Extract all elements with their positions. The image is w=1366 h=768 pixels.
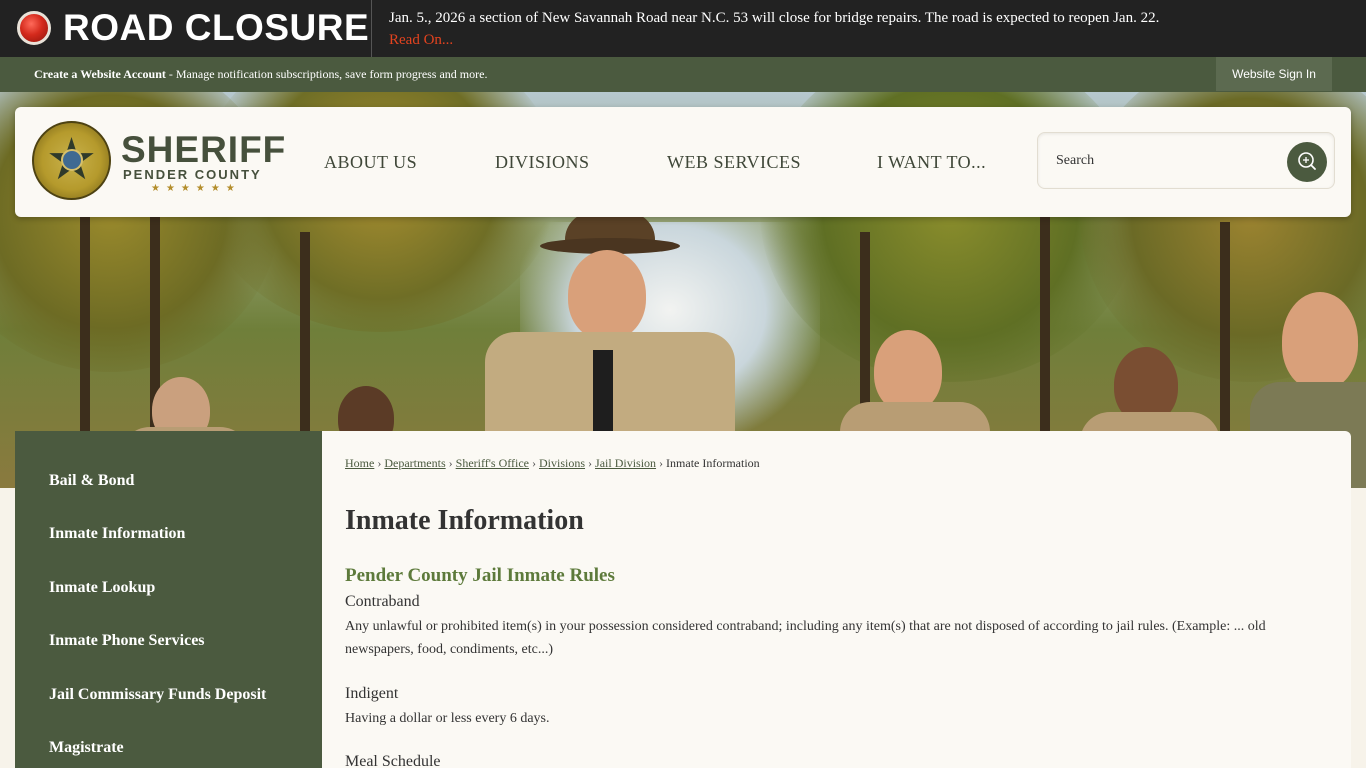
- search-button[interactable]: [1287, 142, 1327, 182]
- sidebar-item-inmate-information[interactable]: Inmate Information: [49, 524, 185, 544]
- alert-read-on-link[interactable]: Read On...: [389, 30, 453, 50]
- create-account-link[interactable]: Create a Website Account: [34, 67, 166, 81]
- breadcrumb-jail-division[interactable]: Jail Division: [595, 456, 656, 470]
- breadcrumb-separator: ›: [588, 456, 593, 470]
- alert-title-block: ROAD CLOSURE: [0, 0, 372, 57]
- breadcrumb-home[interactable]: Home: [345, 456, 374, 470]
- breadcrumb-separator: ›: [532, 456, 537, 470]
- alert-banner: ROAD CLOSURE Jan. 5., 2026 a section of …: [0, 0, 1366, 57]
- logo-subtitle: PENDER COUNTY: [123, 167, 262, 182]
- website-sign-in-button[interactable]: Website Sign In: [1216, 57, 1332, 91]
- nav-i-want-to[interactable]: I WANT TO...: [877, 151, 986, 173]
- breadcrumb-sheriffs-office[interactable]: Sheriff's Office: [456, 456, 529, 470]
- site-header: ★ SHERIFF PENDER COUNTY ★★★★★★ ABOUT US …: [15, 107, 1351, 217]
- term-contraband: Contraband: [345, 593, 420, 610]
- text-indigent: Having a dollar or less every 6 days.: [345, 711, 550, 726]
- logo-title[interactable]: SHERIFF: [121, 131, 286, 169]
- breadcrumb-separator: ›: [377, 456, 382, 470]
- breadcrumb-divisions[interactable]: Divisions: [539, 456, 585, 470]
- nav-web-services[interactable]: WEB SERVICES: [667, 151, 801, 173]
- alert-title: ROAD CLOSURE: [63, 7, 370, 48]
- sidebar-item-bail-bond[interactable]: Bail & Bond: [49, 471, 134, 491]
- breadcrumb: Home › Departments › Sheriff's Office › Divisi…: [345, 455, 760, 471]
- page-title: Inmate Information: [345, 505, 584, 536]
- search-input[interactable]: [1056, 150, 1276, 172]
- badge-seal-icon: [61, 149, 83, 171]
- search-magnifier-icon: [1298, 152, 1316, 170]
- sidebar-nav: Bail & Bond Inmate Information Inmate Lo…: [15, 431, 322, 768]
- text-contraband: Any unlawful or prohibited item(s) in yo…: [345, 619, 1266, 657]
- breadcrumb-separator: ›: [448, 456, 453, 470]
- term-indigent: Indigent: [345, 685, 399, 702]
- term-meal-schedule: Meal Schedule: [345, 753, 441, 768]
- main-content: Home › Departments › Sheriff's Office › Divisi…: [322, 431, 1351, 768]
- nav-divisions[interactable]: DIVISIONS: [495, 151, 590, 173]
- sidebar-item-commissary-funds[interactable]: Jail Commissary Funds Deposit: [49, 685, 266, 705]
- sidebar-item-inmate-phone-services[interactable]: Inmate Phone Services: [49, 631, 205, 651]
- sidebar-item-magistrate[interactable]: Magistrate: [49, 738, 124, 758]
- logo-stars: ★★★★★★: [151, 183, 241, 194]
- breadcrumb-separator: ›: [659, 456, 664, 470]
- section-heading: Pender County Jail Inmate Rules: [345, 565, 615, 586]
- search-box: [1037, 132, 1335, 189]
- account-bar: Create a Website Account - Manage notifi…: [0, 57, 1366, 92]
- account-message: Create a Website Account - Manage notifi…: [34, 67, 487, 82]
- sidebar-item-inmate-lookup[interactable]: Inmate Lookup: [49, 578, 155, 598]
- red-alert-dot-icon: [17, 11, 51, 45]
- nav-about-us[interactable]: ABOUT US: [324, 151, 417, 173]
- breadcrumb-departments[interactable]: Departments: [384, 456, 445, 470]
- breadcrumb-current: Inmate Information: [666, 456, 760, 470]
- account-description: - Manage notification subscriptions, sav…: [165, 67, 488, 81]
- sheriff-star-badge-icon[interactable]: ★: [32, 121, 111, 200]
- alert-message: Jan. 5., 2026 a section of New Savannah …: [389, 10, 1160, 26]
